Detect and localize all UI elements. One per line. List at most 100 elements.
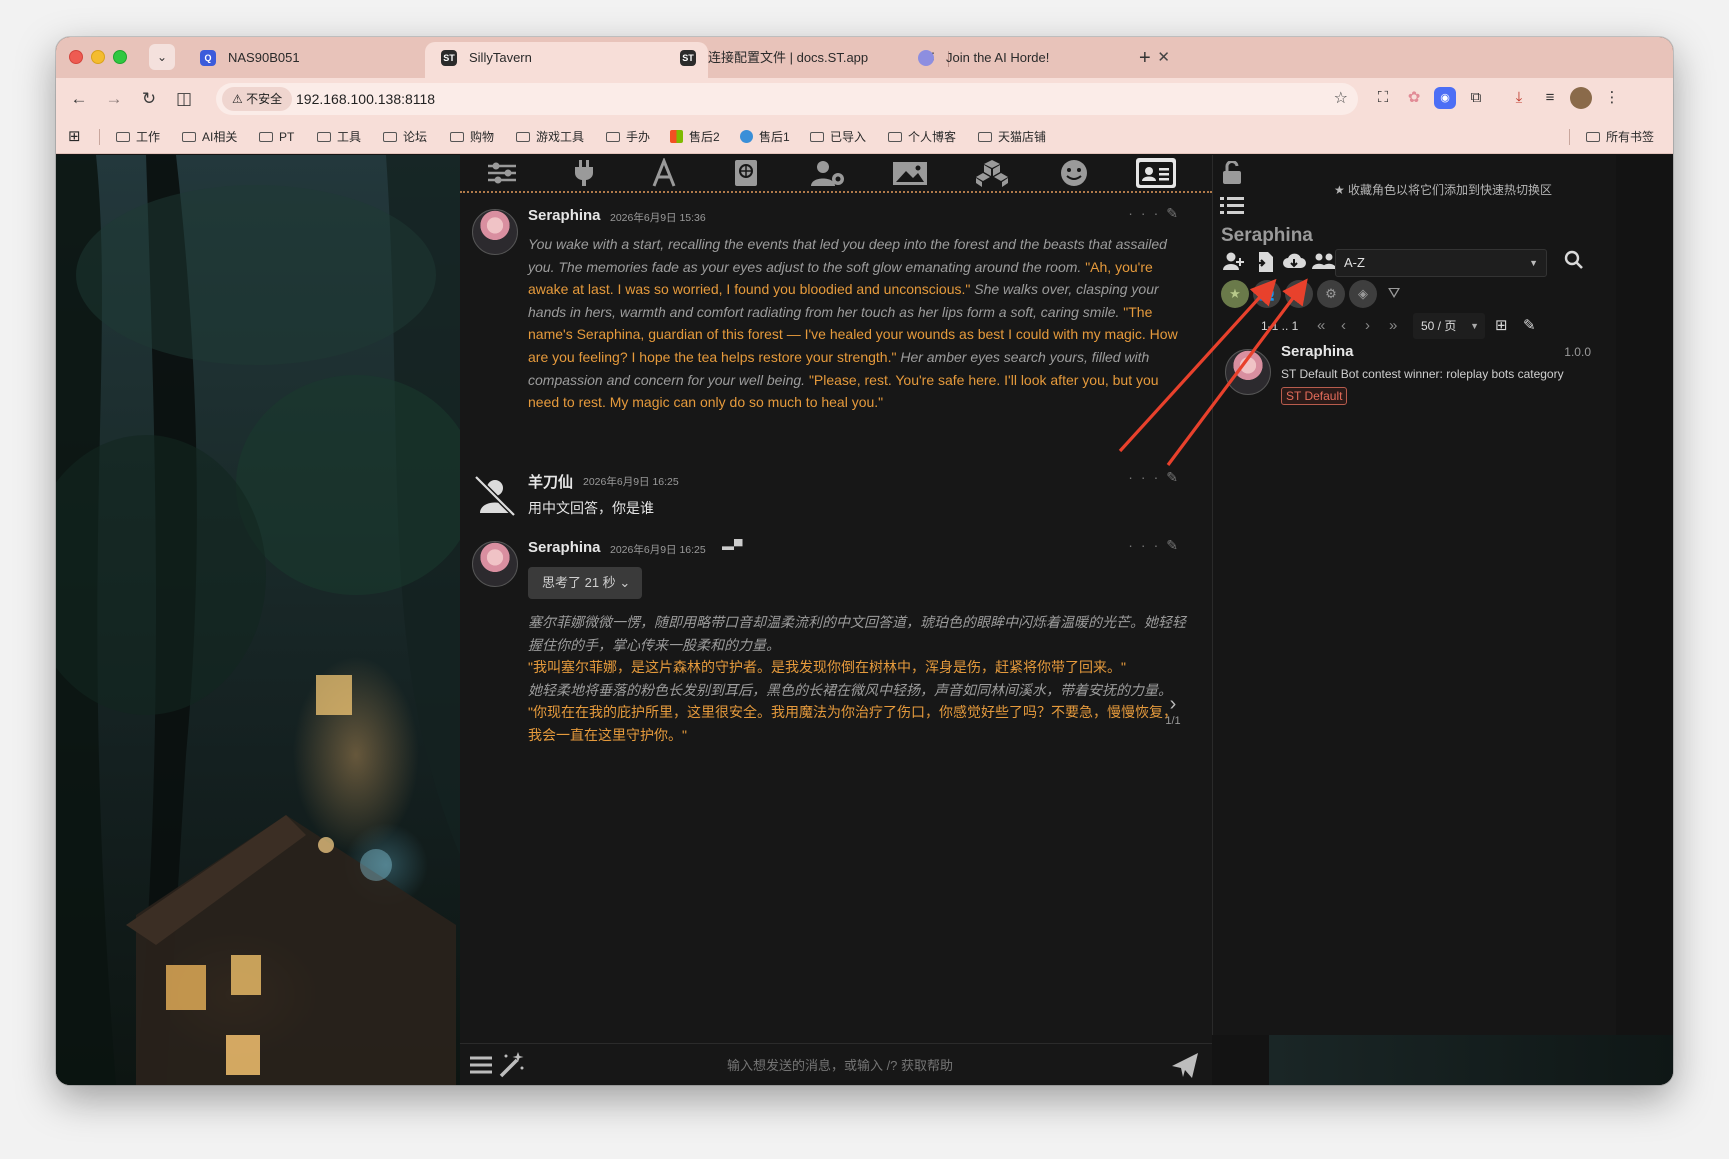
- edit-pencil-icon[interactable]: ✎: [1166, 469, 1186, 485]
- new-tab-plus-icon[interactable]: +: [1139, 42, 1151, 74]
- bulk-edit-icon[interactable]: ✎: [1523, 313, 1536, 339]
- sort-select[interactable]: A-Z ▼: [1335, 249, 1547, 277]
- reading-list-icon[interactable]: ≡: [1539, 87, 1561, 109]
- folder-icon: [978, 132, 992, 142]
- create-character-icon[interactable]: [1221, 251, 1247, 277]
- settings-gear-icon[interactable]: ⚙: [1317, 280, 1345, 308]
- reasoning-indicator-icon: ▬▀: [722, 539, 743, 553]
- clear-filter-funnel-icon[interactable]: ⛛: [1381, 281, 1407, 307]
- edit-pencil-icon[interactable]: ✎: [1166, 537, 1186, 553]
- magic-wand-icon[interactable]: [496, 1050, 526, 1080]
- edit-pencil-icon[interactable]: ✎: [1166, 205, 1186, 221]
- options-menu-icon[interactable]: [466, 1050, 496, 1080]
- bookmark-link[interactable]: 售后1: [740, 120, 790, 154]
- swipe-counter: 1/1: [1165, 715, 1181, 727]
- forest-background-image: [56, 155, 460, 1085]
- bookmark-folder[interactable]: 游戏工具: [516, 120, 584, 154]
- bookmark-divider: [1569, 129, 1570, 145]
- split-view-icon[interactable]: ◫: [171, 86, 197, 112]
- tab-title: 连接配置文件 | docs.ST.app: [708, 50, 869, 65]
- swipe-right-chevron-icon[interactable]: ›: [1158, 693, 1188, 715]
- extensions-cubes-icon[interactable]: [972, 158, 1012, 188]
- seraphina-avatar[interactable]: [472, 541, 518, 587]
- bookmark-folder[interactable]: 天猫店铺: [978, 120, 1046, 154]
- sliders-icon[interactable]: [482, 158, 522, 188]
- bookmark-folder[interactable]: 论坛: [383, 120, 427, 154]
- address-bar[interactable]: ⚠ 不安全 192.168.100.138:8118 ☆: [216, 83, 1358, 115]
- folder-icon: [516, 132, 530, 142]
- message-actions: ···✎: [1128, 469, 1186, 486]
- search-icon[interactable]: [1561, 250, 1587, 276]
- tab-title: SillyTavern: [469, 50, 532, 65]
- bookmark-folder[interactable]: 工作: [116, 120, 160, 154]
- more-dots-icon[interactable]: ···: [1128, 469, 1166, 485]
- tab-close-icon[interactable]: ✕: [1157, 42, 1170, 74]
- character-tag[interactable]: ST Default: [1281, 387, 1348, 405]
- bookmark-folder[interactable]: AI相关: [182, 120, 237, 154]
- reload-icon[interactable]: ↻: [136, 86, 162, 112]
- per-page-select[interactable]: 50 / 页 ▼: [1413, 313, 1485, 339]
- top-settings-bar: [460, 155, 1212, 193]
- browser-toolbar: ← → ↻ ◫ ⚠ 不安全 192.168.100.138:8118 ☆ ⛶ ✿…: [56, 78, 1673, 120]
- puzzle-extensions-icon[interactable]: ⧉: [1465, 87, 1487, 109]
- extension-icon[interactable]: ⛶: [1372, 87, 1394, 109]
- bookmark-folder[interactable]: 个人博客: [888, 120, 956, 154]
- bookmark-folder[interactable]: 购物: [450, 120, 494, 154]
- thinking-toggle-button[interactable]: 思考了 21 秒 ⌄: [528, 567, 642, 599]
- last-page-icon[interactable]: »: [1389, 313, 1397, 339]
- security-chip[interactable]: ⚠ 不安全: [222, 87, 293, 111]
- menu-kebab-icon[interactable]: ⋮: [1601, 87, 1623, 109]
- bookmark-folder[interactable]: 工具: [317, 120, 361, 154]
- more-dots-icon[interactable]: ···: [1128, 205, 1166, 221]
- first-page-icon[interactable]: «: [1317, 313, 1325, 339]
- list-toggle-icon[interactable]: [1219, 195, 1245, 221]
- caret-down-icon: ▼: [1470, 321, 1479, 331]
- create-group-icon[interactable]: [1311, 251, 1337, 277]
- plug-icon[interactable]: [564, 158, 604, 188]
- chevron-down-icon: ⌄: [619, 575, 631, 590]
- profile-avatar[interactable]: [1570, 87, 1592, 109]
- cloud-download-icon[interactable]: [1281, 251, 1307, 277]
- seraphina-avatar[interactable]: [472, 209, 518, 255]
- back-arrow-icon[interactable]: ←: [66, 86, 92, 112]
- prev-page-icon[interactable]: ‹: [1341, 313, 1346, 339]
- tab-search-chevron-icon[interactable]: ⌄: [149, 44, 175, 70]
- character-list-item[interactable]: Seraphina 1.0.0 ST Default Bot contest w…: [1221, 339, 1611, 405]
- unlock-icon[interactable]: [1219, 159, 1245, 187]
- import-file-icon[interactable]: [1251, 251, 1277, 277]
- bookmark-folder[interactable]: 手办: [606, 120, 650, 154]
- more-dots-icon[interactable]: ···: [1128, 537, 1166, 553]
- extension-icon[interactable]: ◉: [1434, 87, 1456, 109]
- next-page-icon[interactable]: ›: [1365, 313, 1370, 339]
- all-bookmarks-folder[interactable]: 所有书签: [1586, 120, 1654, 154]
- bookmark-link[interactable]: 售后2: [670, 120, 720, 154]
- extension-icon[interactable]: ✿: [1403, 87, 1425, 109]
- folder-filter-icon[interactable]: ▣: [1285, 280, 1313, 308]
- grid-view-icon[interactable]: ⊞: [1495, 313, 1508, 339]
- forward-arrow-icon[interactable]: →: [101, 86, 127, 112]
- bookmark-folder[interactable]: 已导入: [810, 120, 866, 154]
- groups-filter-icon[interactable]: 👥: [1253, 280, 1281, 308]
- bookmark-star-icon[interactable]: ☆: [1334, 83, 1348, 115]
- close-window-button[interactable]: [69, 50, 83, 64]
- seraphina-avatar: [1225, 349, 1271, 395]
- apps-grid-icon[interactable]: ⊞: [68, 120, 81, 154]
- background-image-icon[interactable]: [890, 158, 930, 188]
- download-icon[interactable]: ⤓: [1508, 87, 1530, 109]
- send-paper-plane-icon[interactable]: [1170, 1050, 1200, 1080]
- minimize-window-button[interactable]: [91, 50, 105, 64]
- character-card-icon[interactable]: [1136, 158, 1176, 188]
- bookmark-folder[interactable]: PT: [259, 120, 294, 154]
- message-input[interactable]: [530, 1048, 1150, 1082]
- tag-filter-icon[interactable]: ◈: [1349, 280, 1377, 308]
- font-a-icon[interactable]: [644, 156, 684, 188]
- star-icon: ★: [1333, 183, 1349, 197]
- nas-icon: Q: [200, 50, 216, 66]
- world-book-icon[interactable]: [726, 158, 766, 188]
- favorites-filter-star-icon[interactable]: ★: [1221, 280, 1249, 308]
- panel-title: Seraphina: [1221, 225, 1313, 246]
- user-avatar[interactable]: [472, 473, 518, 519]
- maximize-window-button[interactable]: [113, 50, 127, 64]
- user-settings-icon[interactable]: [808, 158, 848, 188]
- smiley-face-icon[interactable]: [1054, 158, 1094, 188]
